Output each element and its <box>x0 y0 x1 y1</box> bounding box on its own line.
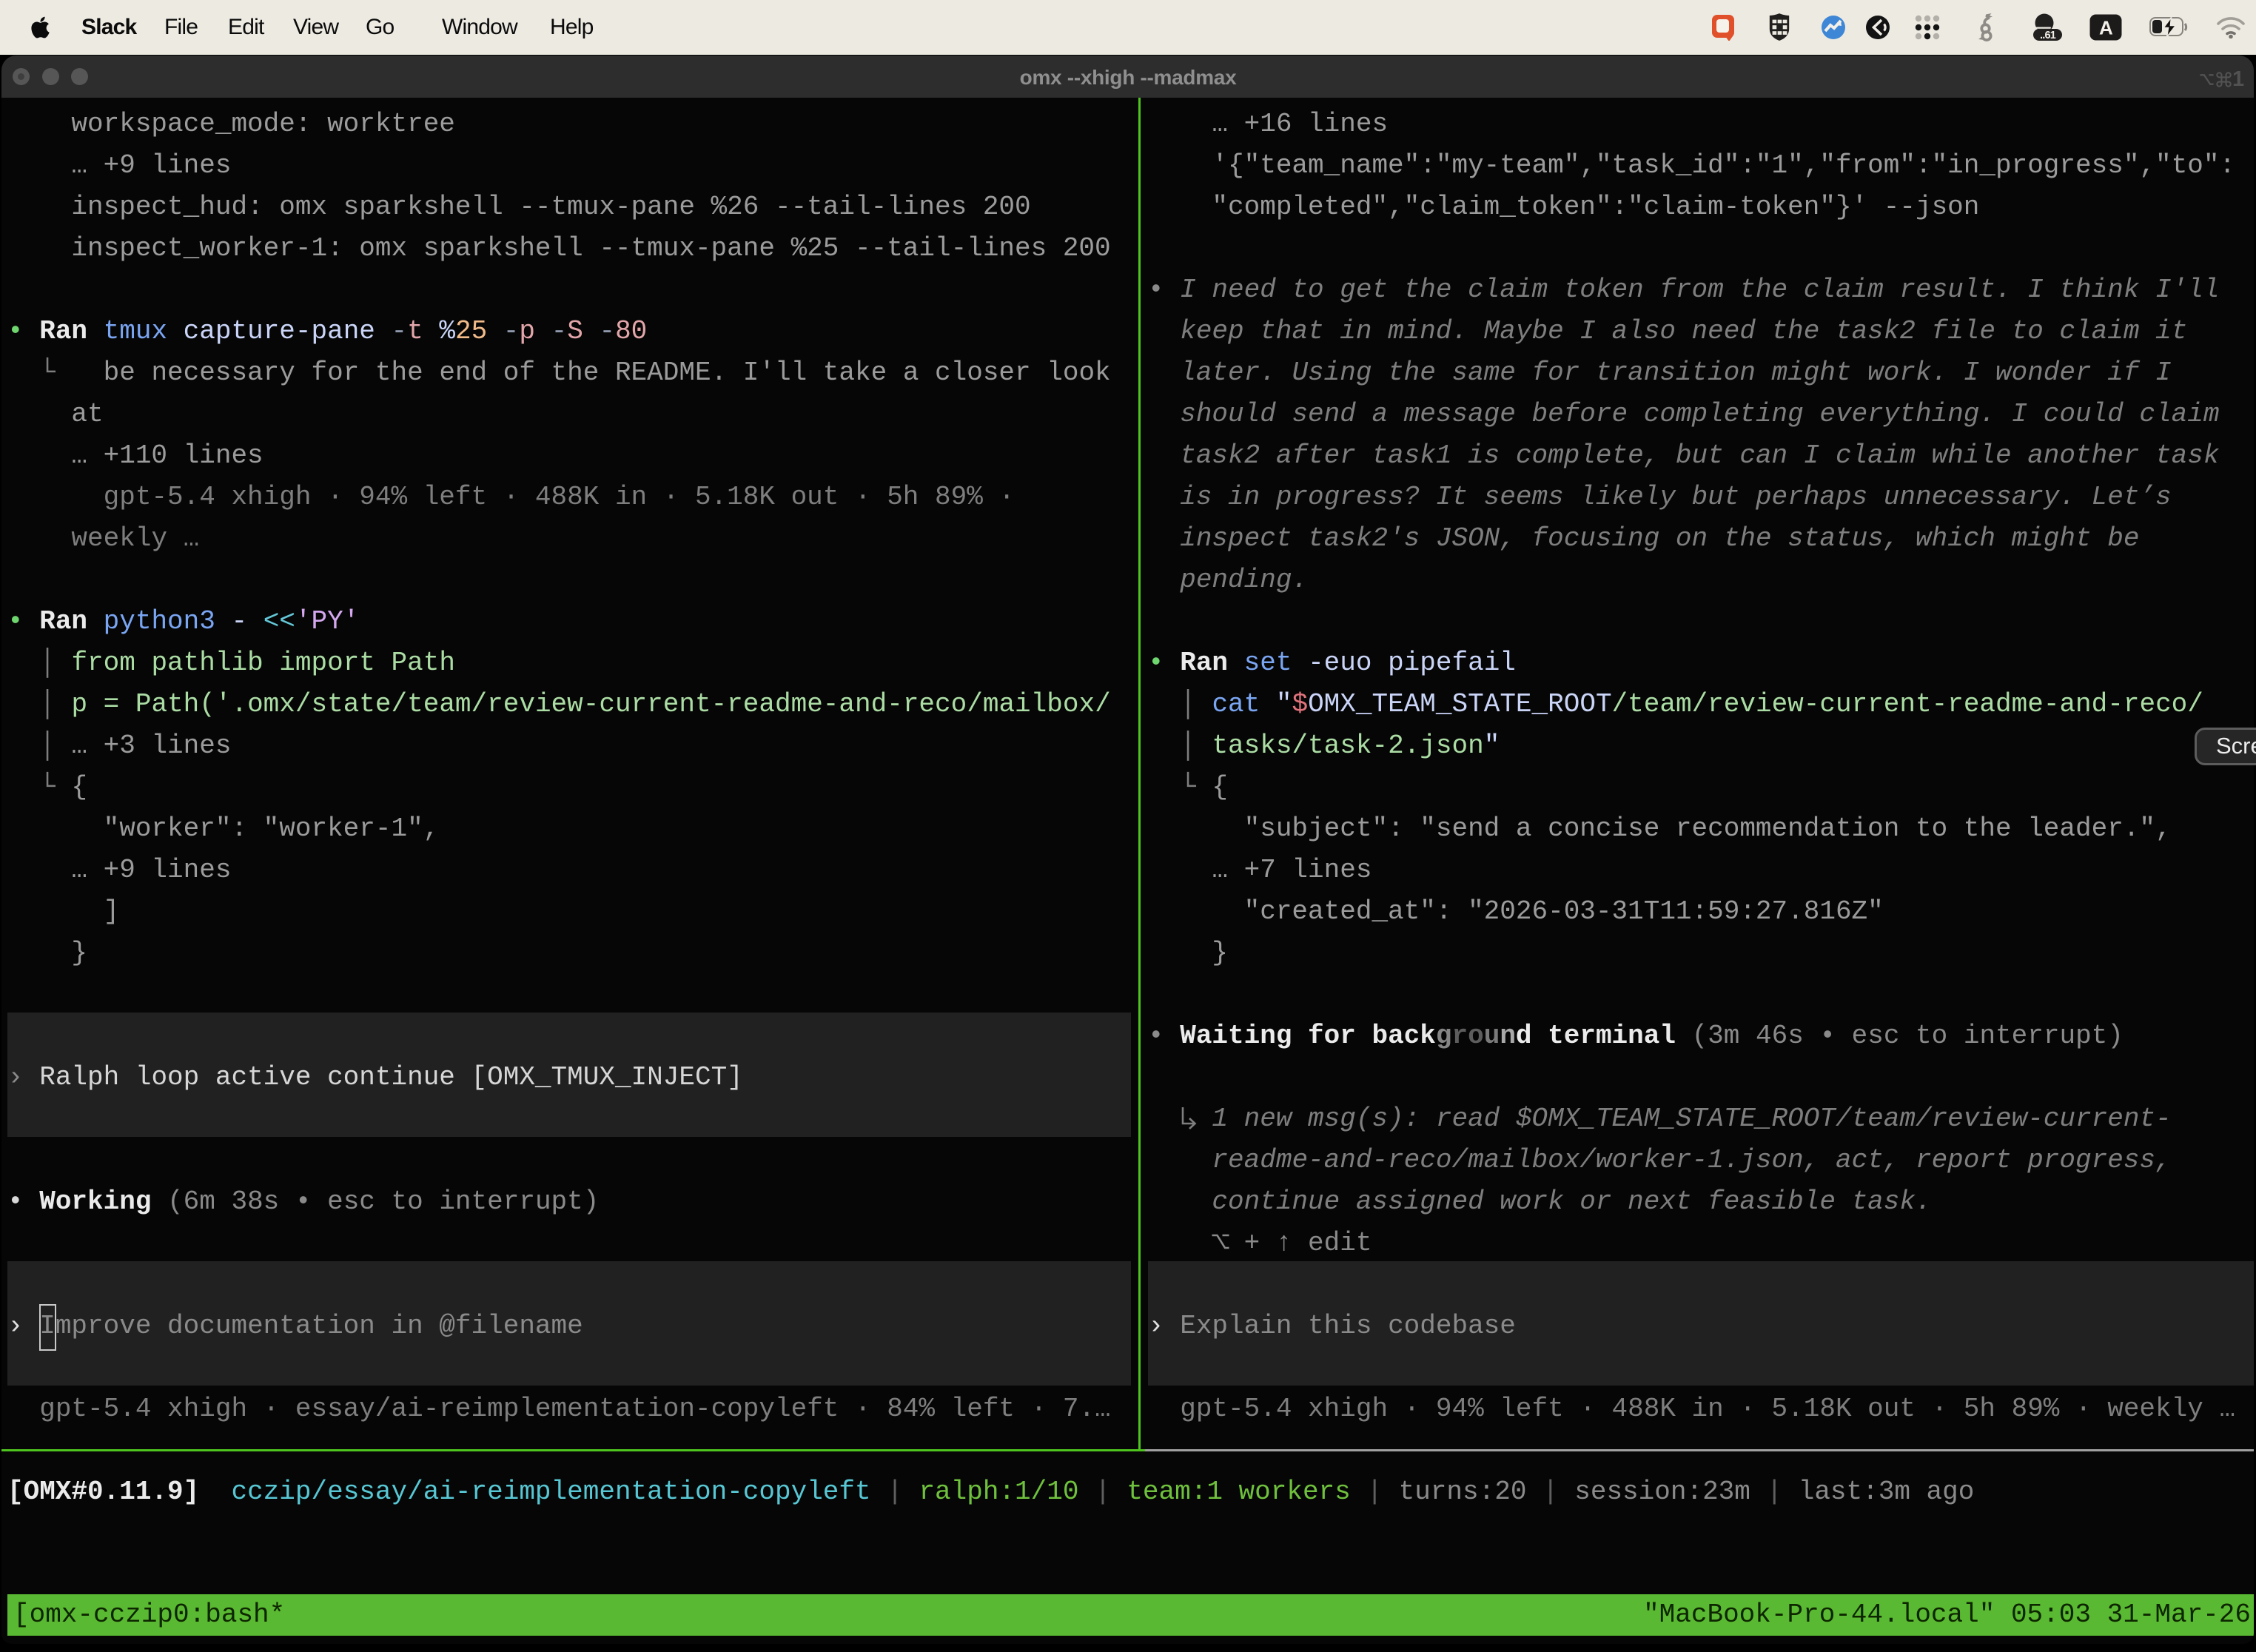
svg-text:A: A <box>2099 17 2113 39</box>
svg-text:..61: ..61 <box>2040 30 2056 41</box>
